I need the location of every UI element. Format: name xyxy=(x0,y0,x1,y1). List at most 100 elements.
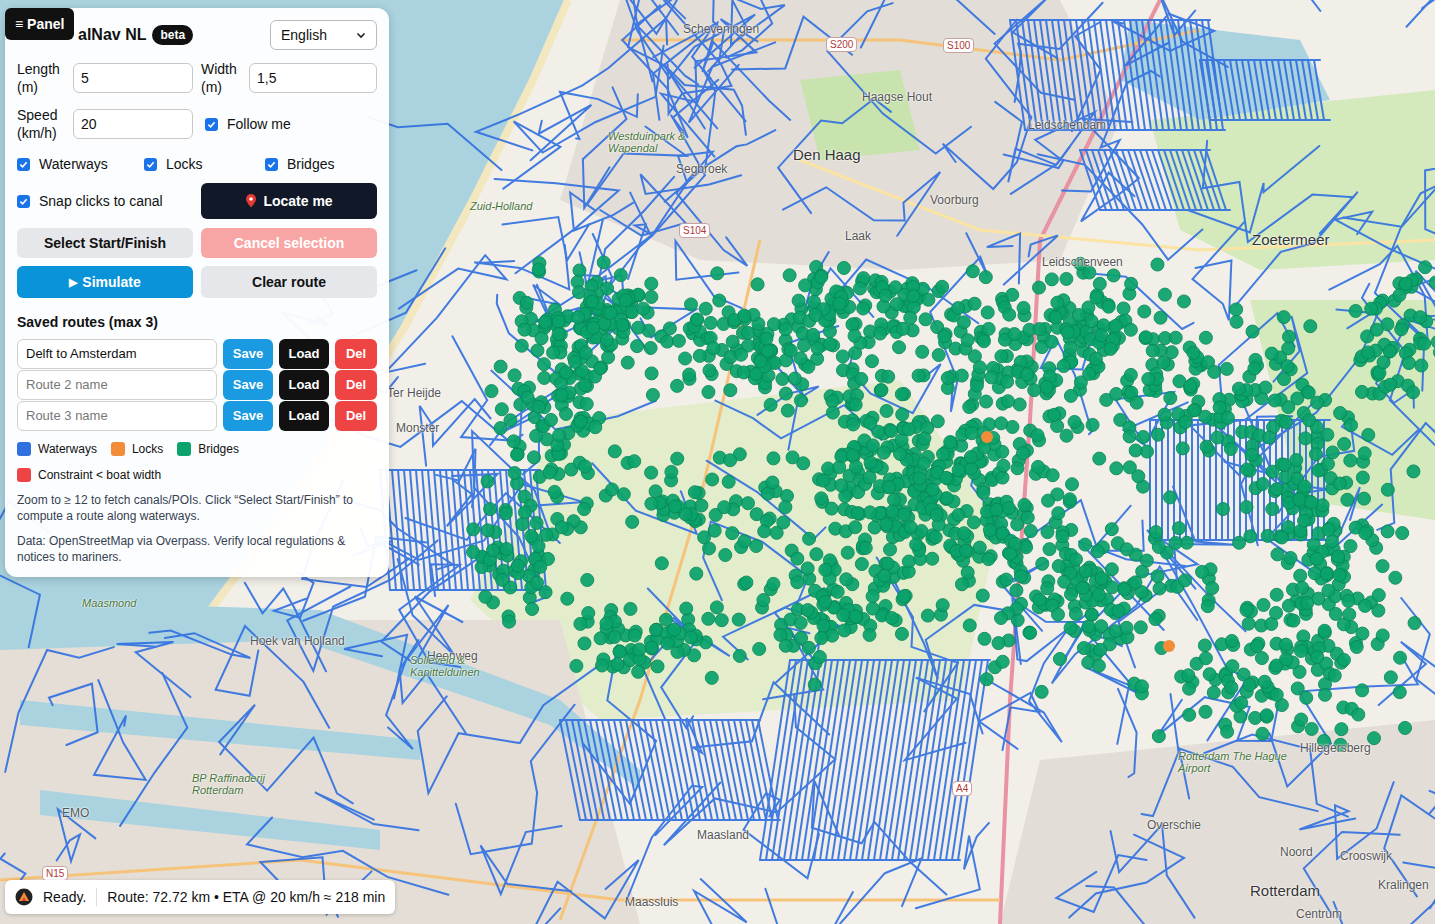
checkbox[interactable]: Locks xyxy=(144,154,265,175)
text-input[interactable]: 1,5 xyxy=(249,63,377,93)
checkbox-box[interactable] xyxy=(205,118,218,131)
waterways xyxy=(0,0,1435,924)
map-label: Zoetermeer xyxy=(1252,231,1330,248)
map-label: Centrum xyxy=(1296,907,1342,921)
map-label: Crooswijk xyxy=(1340,849,1392,863)
harbor-basin xyxy=(20,700,420,760)
map-label: Ter Heijde xyxy=(387,386,441,400)
checkbox[interactable]: Bridges xyxy=(265,154,377,175)
route-name-input[interactable]: Route 3 name xyxy=(17,401,217,431)
load-button[interactable]: Load xyxy=(279,401,329,431)
save-button[interactable]: Save xyxy=(223,370,273,400)
data-source-text: Data: OpenStreetMap via Overpass. Verify… xyxy=(17,533,377,565)
control-panel: alNav NLbetaEnglishLength (m)5Width (m)1… xyxy=(5,8,389,577)
locks[interactable] xyxy=(981,431,1175,652)
language-select[interactable]: English xyxy=(270,20,377,50)
route-name-input[interactable]: Delft to Amsterdam xyxy=(17,339,217,369)
check-icon xyxy=(146,160,155,169)
checkbox-box[interactable] xyxy=(17,158,30,171)
checkbox[interactable]: Waterways xyxy=(17,154,144,175)
saved-route-row: Delft to AmsterdamSaveLoadDel xyxy=(17,339,377,369)
map-label: N15 xyxy=(42,866,68,881)
app-logo-icon xyxy=(15,888,33,906)
saved-route-row: Route 2 nameSaveLoadDel xyxy=(17,370,377,400)
text-input[interactable]: 5 xyxy=(73,63,193,93)
map-label: Leidschenveen xyxy=(1042,255,1123,269)
legend-item: Waterways xyxy=(17,440,97,458)
checkbox-box[interactable] xyxy=(265,158,278,171)
builtup-area xyxy=(1000,720,1435,924)
app: Scheveningen S200 S100 Haagse Hout Leidschen… xyxy=(0,0,1435,924)
simulate-button[interactable]: ▶Simulate xyxy=(17,266,193,298)
field-label: Speed (km/h) xyxy=(17,106,73,142)
checkbox[interactable]: Follow me xyxy=(205,114,291,135)
legend-item: Constraint < boat width xyxy=(17,466,377,484)
status-bar: Ready. Route: 72.72 km • ETA @ 20 km/h ≈ … xyxy=(5,880,395,914)
locate-me-button[interactable]: Locate me xyxy=(201,183,377,219)
route-summary: Route: 72.72 km • ETA @ 20 km/h ≈ 218 mi… xyxy=(107,887,385,908)
app-title: alNav NL xyxy=(78,23,146,47)
map-label: Haagse Hout xyxy=(862,90,932,104)
panel-toggle-button[interactable]: ≡ Panel xyxy=(5,8,74,40)
text-input[interactable]: 20 xyxy=(73,109,193,139)
saved-routes-title: Saved routes (max 3) xyxy=(17,312,377,333)
map-label: S200 xyxy=(826,37,857,52)
delete-button[interactable]: Del xyxy=(335,370,377,400)
status-text: Ready. xyxy=(43,887,86,908)
map-label: Hoek van Holland xyxy=(250,634,345,648)
map-label: Rotterdam xyxy=(1250,882,1320,899)
legend: WaterwaysLocksBridgesConstraint < boat w… xyxy=(17,440,377,484)
green-area xyxy=(1250,300,1435,520)
map-label: Scheveningen xyxy=(683,22,759,36)
check-icon xyxy=(207,120,216,129)
chevron-down-icon xyxy=(356,30,366,40)
map-label: Solleveld & Kapittelduinen xyxy=(410,654,530,678)
map-label: Rotterdam The Hague Airport xyxy=(1178,750,1298,774)
help-text: Zoom to ≥ 12 to fetch canals/POIs. Click… xyxy=(17,492,377,524)
field-label: Length (m) xyxy=(17,60,73,96)
map-label: Maassluis xyxy=(625,895,678,909)
load-button[interactable]: Load xyxy=(279,339,329,369)
beta-badge: beta xyxy=(152,25,193,45)
saved-route-row: Route 3 nameSaveLoadDel xyxy=(17,401,377,431)
map-label: Kralingen xyxy=(1378,878,1429,892)
map-label: S104 xyxy=(679,223,710,238)
checkbox-box[interactable] xyxy=(17,195,30,208)
map-label: Den Haag xyxy=(793,146,861,163)
motorway xyxy=(560,240,760,920)
select-start-finish-button[interactable]: Select Start/Finish xyxy=(17,228,193,258)
checkbox-box[interactable] xyxy=(144,158,157,171)
map-label: A4 xyxy=(952,781,972,796)
clear-route-button[interactable]: Clear route xyxy=(201,266,377,298)
map-label: Laak xyxy=(845,229,871,243)
cancel-selection-button[interactable]: Cancel selection xyxy=(201,228,377,258)
map-label: S100 xyxy=(943,38,974,53)
river xyxy=(0,600,640,790)
checkbox[interactable]: Snap clicks to canal xyxy=(17,191,193,212)
map-label: Voorburg xyxy=(930,193,979,207)
delete-button[interactable]: Del xyxy=(335,401,377,431)
map-label: Monster xyxy=(396,421,439,435)
legend-swatch xyxy=(177,442,191,456)
map-label: Leidschendam xyxy=(1028,118,1106,132)
bridges[interactable] xyxy=(467,256,1435,751)
load-button[interactable]: Load xyxy=(279,370,329,400)
check-icon xyxy=(19,160,28,169)
delete-button[interactable]: Del xyxy=(335,339,377,369)
pin-icon xyxy=(245,194,257,208)
status-divider xyxy=(96,888,97,906)
legend-item: Bridges xyxy=(177,440,239,458)
legend-swatch xyxy=(17,468,31,482)
harbor-land xyxy=(0,620,640,924)
map-label: Maasmond xyxy=(82,597,136,609)
save-button[interactable]: Save xyxy=(223,401,273,431)
map-label: BP Raffinaderij Rotterdam xyxy=(192,772,312,796)
check-icon xyxy=(19,197,28,206)
save-button[interactable]: Save xyxy=(223,339,273,369)
legend-swatch xyxy=(17,442,31,456)
map-label: Segbroek xyxy=(676,162,727,176)
map-label: Hillegersberg xyxy=(1300,741,1371,755)
map-label: Overschie xyxy=(1147,818,1201,832)
route-name-input[interactable]: Route 2 name xyxy=(17,370,217,400)
legend-swatch xyxy=(111,442,125,456)
